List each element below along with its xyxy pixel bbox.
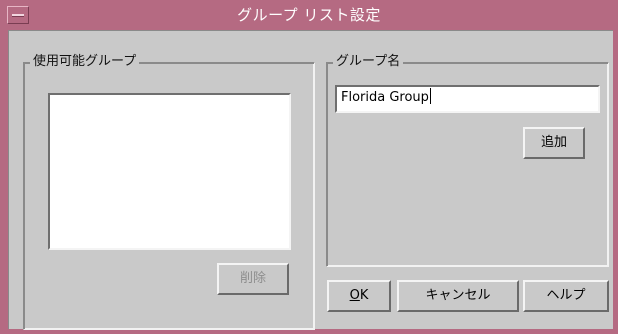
available-groups-label: 使用可能グループ	[30, 53, 140, 71]
dialog-window: グループ リスト設定 使用可能グループ 削除 グループ名 Florida Gro…	[0, 0, 618, 334]
dialog-body: 使用可能グループ 削除 グループ名 Florida Group 追加 OK キャ…	[8, 30, 613, 330]
ok-button[interactable]: OK	[327, 280, 391, 312]
ok-button-label: OK	[349, 288, 369, 303]
available-groups-list[interactable]	[48, 93, 291, 250]
available-groups-panel: 使用可能グループ 削除	[23, 53, 315, 330]
help-button-label: ヘルプ	[546, 288, 586, 303]
window-title: グループ リスト設定	[237, 6, 381, 24]
text-caret	[429, 88, 431, 104]
help-button[interactable]: ヘルプ	[523, 280, 609, 312]
group-name-input[interactable]: Florida Group	[335, 85, 600, 113]
group-name-panel: グループ名 Florida Group 追加	[326, 53, 609, 267]
cancel-button[interactable]: キャンセル	[397, 280, 519, 312]
group-name-value: Florida Group	[341, 90, 429, 105]
delete-button-label: 削除	[239, 271, 266, 286]
delete-button[interactable]: 削除	[217, 263, 289, 295]
add-button-label: 追加	[540, 135, 567, 150]
group-name-label: グループ名	[333, 53, 404, 71]
title-bar[interactable]: グループ リスト設定	[3, 3, 615, 27]
add-button[interactable]: 追加	[523, 127, 585, 159]
cancel-button-label: キャンセル	[425, 288, 491, 303]
